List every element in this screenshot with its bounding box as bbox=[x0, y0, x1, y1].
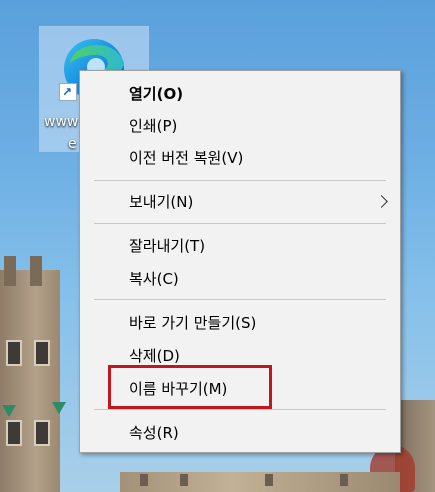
window bbox=[34, 340, 50, 366]
menu-item-cut[interactable]: 잘라내기(T) bbox=[80, 230, 400, 262]
menu-item-label: 복사(C) bbox=[129, 270, 179, 288]
rename-highlight-box bbox=[108, 365, 272, 409]
shortcut-arrow-icon: ↗ bbox=[59, 83, 77, 101]
desktop-icon-label-line2: e bbox=[68, 136, 77, 152]
chimney bbox=[30, 256, 42, 286]
menu-item-label: 인쇄(P) bbox=[129, 117, 178, 135]
menu-item-label: 보내기(N) bbox=[129, 193, 194, 211]
menu-item-label: 바로 가기 만들기(S) bbox=[129, 314, 257, 332]
chimney bbox=[4, 256, 16, 286]
window bbox=[34, 420, 50, 446]
menu-item-label: 잘라내기(T) bbox=[129, 237, 206, 255]
menu-item-label: 속성(R) bbox=[129, 424, 179, 442]
window bbox=[6, 420, 22, 446]
menu-separator bbox=[94, 409, 386, 410]
menu-item-send-to[interactable]: 보내기(N) bbox=[80, 186, 400, 218]
menu-item-print[interactable]: 인쇄(P) bbox=[80, 110, 400, 142]
bunting-flag bbox=[52, 402, 66, 414]
menu-separator bbox=[94, 180, 386, 181]
menu-item-label: 열기(O) bbox=[129, 85, 184, 103]
menu-item-properties[interactable]: 속성(R) bbox=[80, 417, 400, 449]
desktop-icon-label-line1: www bbox=[44, 114, 79, 130]
window bbox=[6, 340, 22, 366]
menu-item-create-shortcut[interactable]: 바로 가기 만들기(S) bbox=[80, 307, 400, 339]
menu-separator bbox=[94, 223, 386, 224]
menu-item-copy[interactable]: 복사(C) bbox=[80, 263, 400, 295]
desktop-wallpaper-building-left bbox=[0, 256, 60, 492]
menu-item-open[interactable]: 열기(O) bbox=[80, 78, 400, 110]
menu-separator bbox=[94, 299, 386, 300]
chevron-right-icon bbox=[375, 195, 388, 208]
menu-item-label: 이전 버전 복원(V) bbox=[129, 149, 244, 167]
bunting-flag bbox=[2, 405, 16, 417]
menu-item-restore-previous-versions[interactable]: 이전 버전 복원(V) bbox=[80, 142, 400, 174]
desktop-wallpaper-rooftops bbox=[120, 472, 400, 492]
